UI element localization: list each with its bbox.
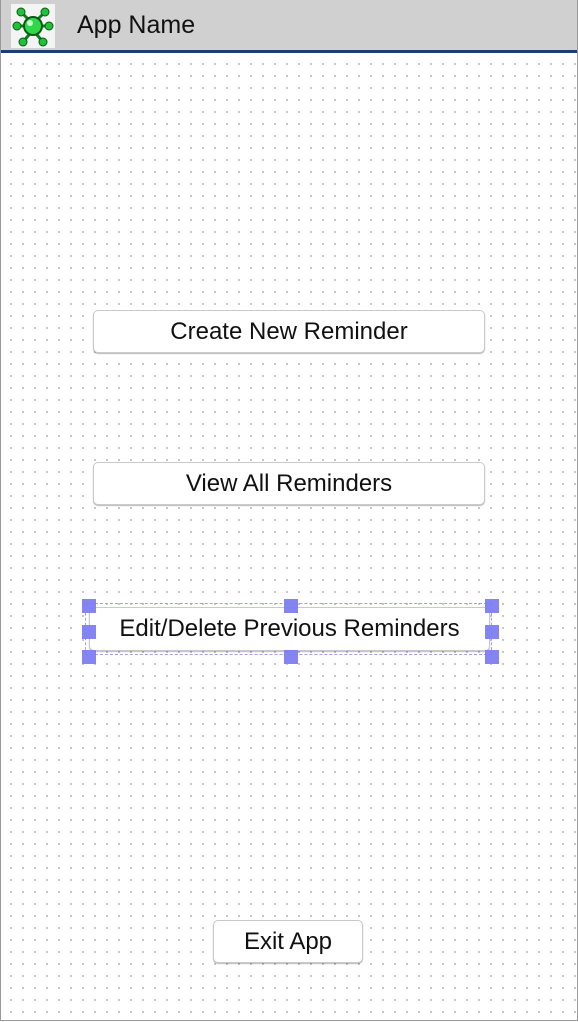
resize-handle-top-right[interactable] <box>485 599 499 613</box>
view-all-reminders-button[interactable]: View All Reminders <box>93 462 485 505</box>
exit-app-button[interactable]: Exit App <box>213 920 363 963</box>
resize-handle-middle-right[interactable] <box>485 625 499 639</box>
resize-handle-top-left[interactable] <box>82 599 96 613</box>
resize-handle-bottom-left[interactable] <box>82 650 96 664</box>
resize-handle-bottom-right[interactable] <box>485 650 499 664</box>
resize-handle-middle-left[interactable] <box>82 625 96 639</box>
design-canvas: App Name Create New Reminder View All Re… <box>0 0 578 1021</box>
title-bar: App Name <box>1 0 577 53</box>
green-robot-icon <box>11 4 55 48</box>
resize-handle-bottom-center[interactable] <box>284 650 298 664</box>
edit-delete-reminders-button[interactable]: Edit/Delete Previous Reminders <box>89 607 490 651</box>
app-title: App Name <box>77 11 196 39</box>
create-new-reminder-button[interactable]: Create New Reminder <box>93 310 485 353</box>
resize-handle-top-center[interactable] <box>284 599 298 613</box>
